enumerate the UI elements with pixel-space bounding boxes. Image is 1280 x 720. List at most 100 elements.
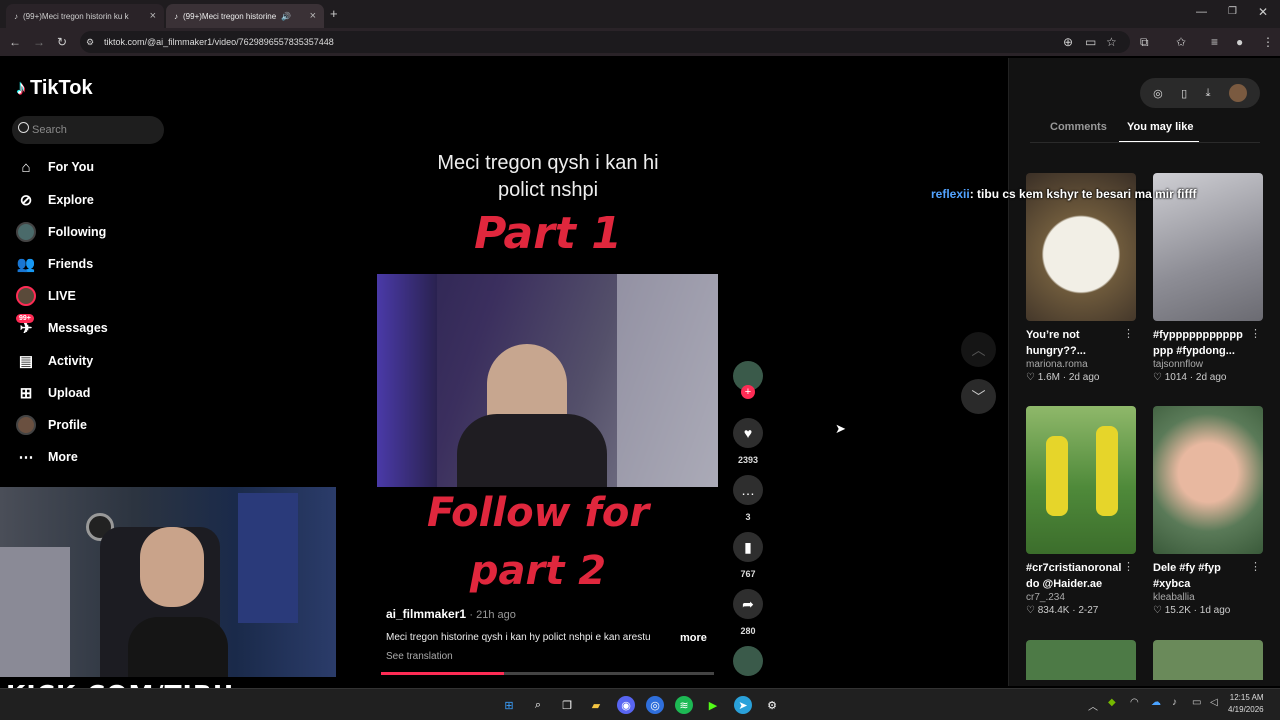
sidebar-item-activity[interactable]: ▤ Activity: [16, 350, 93, 372]
recommended-card[interactable]: #cr7cristianoronal do @Haider.ae cr7_.23…: [1026, 406, 1136, 616]
discord-icon[interactable]: ◉: [617, 696, 635, 714]
bookmark-star-icon[interactable]: ☆: [1106, 35, 1117, 49]
tiktok-logo[interactable]: ♪ TikTok: [16, 77, 93, 100]
forward-icon[interactable]: →: [33, 35, 45, 49]
cast-icon[interactable]: ▭: [1085, 35, 1096, 49]
save-button[interactable]: ▮ 767: [733, 532, 763, 579]
close-tab-icon[interactable]: ×: [150, 10, 156, 22]
video-progress-track[interactable]: [381, 672, 714, 675]
back-icon[interactable]: ←: [9, 35, 21, 49]
card-more-icon[interactable]: ⋮: [1250, 327, 1261, 340]
sidebar-item-more[interactable]: ⋯ More: [16, 446, 78, 468]
browser-tab-1[interactable]: ♪ (99+)Meci tregon historin ku k ×: [6, 4, 164, 28]
download-icon[interactable]: ⤓: [1206, 87, 1211, 100]
tray-overflow-icon[interactable]: ︿: [1088, 698, 1098, 713]
new-tab-button[interactable]: +: [330, 6, 338, 21]
reload-icon[interactable]: ↻: [57, 35, 67, 49]
user-avatar-icon[interactable]: [1228, 84, 1247, 102]
logo-text: TikTok: [30, 77, 93, 99]
video-player[interactable]: [377, 274, 718, 487]
telegram-icon[interactable]: ➤: [734, 696, 752, 714]
profile-avatar-icon[interactable]: ●: [1236, 35, 1243, 49]
card-more-icon[interactable]: ⋮: [1123, 560, 1134, 573]
taskbar-search-icon[interactable]: ⌕: [529, 696, 547, 714]
previous-video-button[interactable]: ︿: [961, 332, 996, 367]
microphone-tray-icon[interactable]: ♪: [1172, 697, 1177, 708]
extensions-icon[interactable]: ⧉: [1140, 35, 1149, 49]
sidebar-item-live[interactable]: LIVE: [16, 285, 76, 307]
zoom-icon[interactable]: ⊕: [1063, 35, 1073, 49]
sidebar-item-friends[interactable]: 👥 Friends: [16, 253, 94, 275]
cloud-tray-icon[interactable]: ☁: [1151, 697, 1161, 708]
follow-plus-icon[interactable]: +: [741, 385, 755, 399]
sidebar-item-profile[interactable]: Profile: [16, 414, 87, 436]
recommended-card[interactable]: #fyppppppppppp ppp #fypdong... tajsonnfl…: [1153, 173, 1263, 383]
recommended-card[interactable]: You’re not hungry??... mariona.roma ♡ 1.…: [1026, 173, 1136, 383]
card-author: tajsonnflow: [1153, 359, 1204, 370]
file-explorer-icon[interactable]: ▰: [587, 696, 605, 714]
following-avatar-icon: [16, 222, 36, 242]
card-more-icon[interactable]: ⋮: [1123, 327, 1134, 340]
more-link[interactable]: more: [680, 632, 707, 644]
volume-tray-icon[interactable]: ◁: [1210, 697, 1218, 708]
card-stats: ♡ 15.2K · 1d ago: [1153, 605, 1231, 616]
sidebar-item-upload[interactable]: ⊞ Upload: [16, 382, 91, 404]
see-translation-link[interactable]: See translation: [386, 651, 453, 662]
video-title-line-2: polict nshpi: [497, 179, 599, 201]
media-control-icon[interactable]: ≡: [1211, 35, 1218, 49]
like-button[interactable]: ♥ 2393: [733, 418, 763, 465]
next-video-button[interactable]: ﹀: [961, 379, 996, 414]
task-view-icon[interactable]: ❐: [558, 696, 576, 714]
sidebar-item-following[interactable]: Following: [16, 221, 106, 243]
close-tab-icon[interactable]: ×: [310, 10, 316, 22]
card-more-icon[interactable]: ⋮: [1250, 560, 1261, 573]
unread-badge: 99+: [16, 314, 34, 323]
tab-comments[interactable]: Comments: [1050, 121, 1107, 133]
sidebar-item-label: Friends: [48, 257, 94, 271]
spotify-icon[interactable]: ≋: [675, 696, 693, 714]
minimize-window-button[interactable]: —: [1196, 6, 1207, 18]
close-window-button[interactable]: ✕: [1258, 5, 1268, 19]
tab-you-may-like[interactable]: You may like: [1127, 121, 1193, 133]
sidebar-item-explore[interactable]: ⊘ Explore: [16, 189, 94, 211]
system-clock[interactable]: 12:15 AM 4/19/2026: [1228, 692, 1264, 716]
share-button[interactable]: ➦ 280: [733, 589, 763, 636]
windows-start-icon[interactable]: ⊞: [500, 696, 518, 714]
nvidia-tray-icon[interactable]: ◆: [1108, 697, 1116, 708]
video-description: Meci tregon historine qysh i kan hy poli…: [386, 632, 651, 643]
card-caption: #fyppppppppppp ppp #fypdong...: [1153, 329, 1243, 357]
sidebar-item-label: For You: [48, 160, 95, 174]
card-age: 2-27: [1078, 605, 1099, 616]
kick-app-icon[interactable]: ▶: [704, 696, 722, 714]
creator-avatar-button[interactable]: +: [733, 361, 763, 399]
card-thumbnail: [1153, 406, 1263, 554]
browser-tab-2-active[interactable]: ♪ (99+)Meci tregon historine 🔊 ×: [166, 4, 324, 28]
compass-icon[interactable]: ◎: [1153, 87, 1163, 100]
video-progress-fill: [381, 672, 505, 675]
card-thumbnail-partial[interactable]: [1026, 640, 1136, 680]
sidebar-item-label: Upload: [48, 386, 91, 400]
headset-tray-icon[interactable]: ◠: [1130, 697, 1139, 708]
settings-app-icon[interactable]: ⚙: [763, 696, 781, 714]
address-bar[interactable]: tiktok.com/@ai_filmmaker1/video/76298965…: [80, 31, 1130, 53]
comment-button[interactable]: … 3: [733, 475, 763, 522]
music-disc-button[interactable]: [733, 646, 763, 676]
card-thumbnail-partial[interactable]: [1153, 640, 1263, 680]
mobile-icon[interactable]: ▯: [1181, 87, 1187, 100]
card-likes: 15.2K: [1164, 605, 1191, 616]
chrome-icon[interactable]: ◎: [646, 696, 664, 714]
sidebar-item-messages[interactable]: ✈ 99+ Messages: [16, 314, 108, 339]
search-input[interactable]: Search: [12, 116, 164, 144]
top-tools-bar: ◎ ▯ ⤓: [1140, 78, 1260, 108]
messages-icon: ✈ 99+: [16, 314, 36, 338]
site-info-icon[interactable]: ⚙: [86, 35, 94, 49]
audio-playing-icon[interactable]: 🔊: [281, 12, 291, 21]
post-time: · 21h ago: [469, 609, 516, 621]
recommended-card[interactable]: Dele #fy #fyp #xybca kleaballia ♡ 15.2K …: [1153, 406, 1263, 616]
browser-menu-icon[interactable]: ⋮: [1262, 35, 1274, 49]
author-username[interactable]: ai_filmmaker1: [386, 607, 466, 621]
favorites-icon[interactable]: ✩: [1176, 35, 1186, 49]
sidebar-item-for-you[interactable]: ⌂ For You: [16, 156, 94, 178]
network-tray-icon[interactable]: ▭: [1192, 697, 1201, 708]
restore-window-button[interactable]: ❐: [1228, 6, 1237, 17]
